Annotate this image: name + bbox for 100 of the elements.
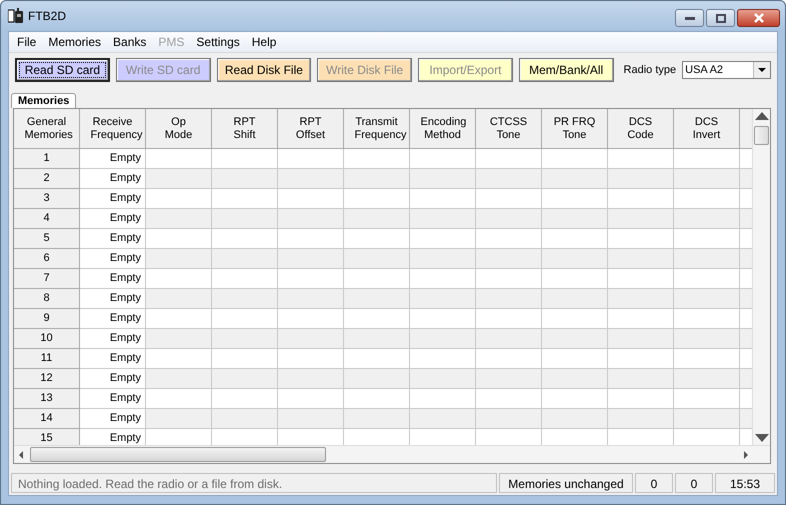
column-header[interactable]: Receive Frequency bbox=[80, 109, 146, 149]
table-cell: Empty bbox=[80, 349, 146, 369]
table-cell bbox=[344, 249, 410, 269]
menu-item[interactable]: Settings bbox=[190, 33, 246, 51]
row-header: 2 bbox=[14, 169, 80, 189]
menu-item[interactable]: Memories bbox=[42, 33, 108, 51]
table-cell bbox=[212, 369, 278, 389]
caret-icon bbox=[758, 68, 766, 72]
table-cell bbox=[344, 409, 410, 429]
table-cell bbox=[674, 329, 740, 349]
table-cell: Empty bbox=[80, 189, 146, 209]
table-cell: Empty bbox=[80, 249, 146, 269]
status-count: 0 bbox=[635, 473, 673, 493]
menu-item[interactable]: Help bbox=[246, 33, 282, 51]
column-header[interactable]: RPT Offset bbox=[278, 109, 344, 149]
table-cell bbox=[608, 409, 674, 429]
table-cell: Empty bbox=[80, 209, 146, 229]
column-header[interactable]: DCS Code bbox=[608, 109, 674, 149]
table-cell bbox=[146, 209, 212, 229]
window-title: FTB2D bbox=[28, 9, 66, 23]
row-header: 9 bbox=[14, 309, 80, 329]
table-cell bbox=[608, 249, 674, 269]
column-header[interactable]: Encoding Method bbox=[410, 109, 476, 149]
row-header: 1 bbox=[14, 149, 80, 169]
table-cell bbox=[476, 289, 542, 309]
row-header: 10 bbox=[14, 329, 80, 349]
table-cell: Empty bbox=[80, 149, 146, 169]
scrollbar-thumb[interactable] bbox=[754, 126, 769, 145]
table-cell bbox=[476, 169, 542, 189]
table-cell bbox=[674, 289, 740, 309]
table-cell bbox=[476, 369, 542, 389]
minimize-button[interactable] bbox=[675, 9, 704, 27]
table-cell bbox=[542, 409, 608, 429]
table-cell: Empty bbox=[80, 309, 146, 329]
row-header: 13 bbox=[14, 389, 80, 409]
table-cell bbox=[212, 409, 278, 429]
table-cell bbox=[608, 209, 674, 229]
column-header[interactable]: General Memories bbox=[14, 109, 80, 149]
radio-type-dropdown[interactable]: USA A2 bbox=[682, 61, 771, 79]
table-cell: Empty bbox=[80, 169, 146, 189]
row-header: 8 bbox=[14, 289, 80, 309]
table-cell bbox=[344, 329, 410, 349]
table-cell bbox=[542, 209, 608, 229]
table-cell bbox=[674, 209, 740, 229]
table-cell bbox=[476, 329, 542, 349]
toolbar-button[interactable]: Read SD card bbox=[15, 58, 110, 82]
toolbar-button[interactable]: Read Disk File bbox=[216, 58, 312, 82]
table-cell bbox=[608, 329, 674, 349]
table-cell: Empty bbox=[80, 369, 146, 389]
menu-item[interactable]: File bbox=[11, 33, 42, 51]
row-header: 4 bbox=[14, 209, 80, 229]
table-cell bbox=[410, 249, 476, 269]
column-header[interactable]: Op Mode bbox=[146, 109, 212, 149]
table-cell bbox=[344, 169, 410, 189]
table-cell bbox=[410, 329, 476, 349]
close-button[interactable] bbox=[737, 9, 780, 27]
table-cell bbox=[410, 369, 476, 389]
table-cell bbox=[344, 289, 410, 309]
table-cell bbox=[344, 369, 410, 389]
table-cell bbox=[674, 169, 740, 189]
table-cell: Empty bbox=[80, 229, 146, 249]
table-cell bbox=[344, 209, 410, 229]
minimize-icon bbox=[684, 16, 694, 20]
menu-item[interactable]: Banks bbox=[107, 33, 152, 51]
row-header: 15 bbox=[14, 429, 80, 445]
table-cell bbox=[608, 169, 674, 189]
table-cell bbox=[476, 409, 542, 429]
radio-type-label: Radio type bbox=[624, 64, 676, 76]
column-header[interactable]: RPT Shift bbox=[212, 109, 278, 149]
table-cell bbox=[212, 289, 278, 309]
table-cell bbox=[608, 289, 674, 309]
app-icon bbox=[8, 8, 24, 24]
row-header: 14 bbox=[14, 409, 80, 429]
table-cell bbox=[410, 169, 476, 189]
table-cell bbox=[278, 169, 344, 189]
table-cell bbox=[278, 329, 344, 349]
table-cell bbox=[278, 209, 344, 229]
table-cell bbox=[146, 329, 212, 349]
status-message: Nothing loaded. Read the radio or a file from disk. bbox=[11, 473, 497, 493]
column-header[interactable]: PR FRQ Tone bbox=[542, 109, 608, 149]
table-cell bbox=[542, 329, 608, 349]
maximize-button[interactable] bbox=[706, 9, 735, 27]
toolbar-button[interactable]: Mem/Bank/All bbox=[518, 58, 614, 82]
close-icon bbox=[752, 13, 764, 23]
tab[interactable]: Memories bbox=[11, 93, 76, 108]
table-cell bbox=[212, 329, 278, 349]
table-cell bbox=[278, 369, 344, 389]
scrollbar-thumb[interactable] bbox=[30, 447, 326, 462]
column-header[interactable]: Transmit Frequency bbox=[344, 109, 410, 149]
column-header[interactable]: DCS Invert bbox=[674, 109, 740, 149]
table-cell bbox=[410, 409, 476, 429]
row-header: 6 bbox=[14, 249, 80, 269]
table-cell bbox=[674, 369, 740, 389]
table-cell: Empty bbox=[80, 329, 146, 349]
status-count: 0 bbox=[675, 473, 713, 493]
table-cell bbox=[542, 249, 608, 269]
table-cell bbox=[542, 289, 608, 309]
table-cell: Empty bbox=[80, 389, 146, 409]
column-header[interactable]: CTCSS Tone bbox=[476, 109, 542, 149]
table-cell bbox=[542, 169, 608, 189]
